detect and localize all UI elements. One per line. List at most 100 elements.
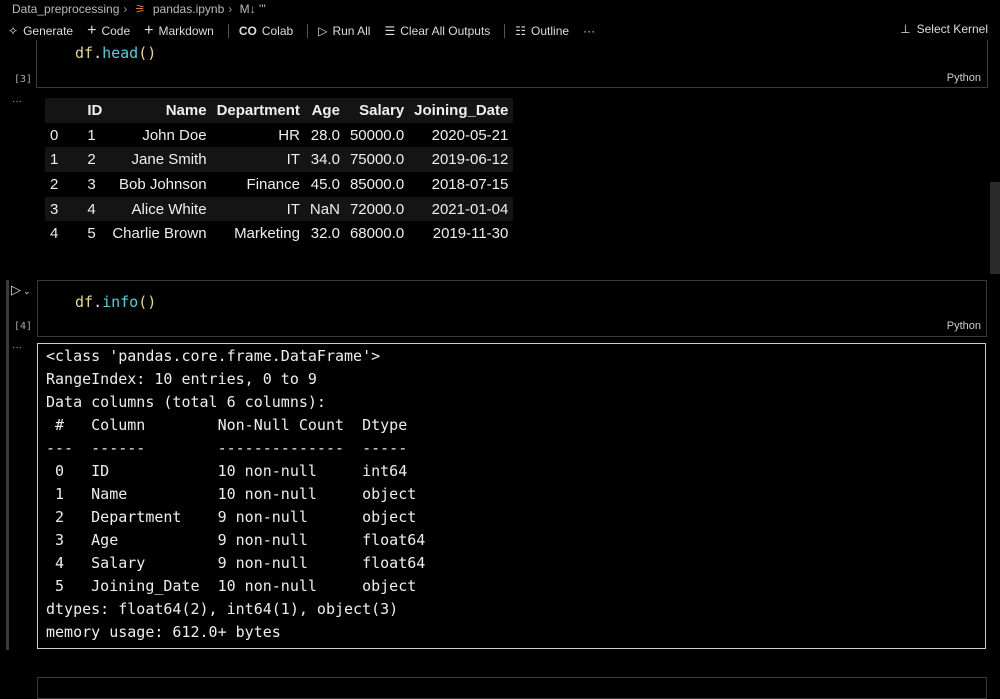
table-cell: 2021-01-04 bbox=[431, 200, 509, 218]
table-cell: 72000.0 bbox=[349, 200, 405, 218]
code-token: df bbox=[75, 44, 94, 62]
code-token: () bbox=[138, 44, 157, 62]
outline-button[interactable]: ☷ Outline bbox=[515, 24, 569, 38]
table-cell: 4 bbox=[87, 200, 96, 218]
code-token: df bbox=[75, 293, 94, 311]
info-output-box: <class 'pandas.core.frame.DataFrame'> Ra… bbox=[37, 343, 986, 649]
cell-language[interactable]: Python bbox=[947, 72, 981, 84]
divider bbox=[227, 24, 229, 38]
row-index: 3 bbox=[50, 200, 59, 218]
plus-icon: + bbox=[87, 22, 97, 39]
markdown-label: Markdown bbox=[158, 24, 214, 38]
generate-button[interactable]: ✧ Generate bbox=[8, 24, 73, 38]
column-header: Name bbox=[165, 101, 207, 119]
table-cell: 2 bbox=[87, 151, 96, 169]
generate-label: Generate bbox=[23, 24, 74, 38]
table-cell: 2019-06-12 bbox=[431, 151, 509, 169]
table-cell: John Doe bbox=[142, 126, 207, 144]
table-cell: Bob Johnson bbox=[118, 175, 207, 193]
list-icon: ☷ bbox=[515, 24, 527, 38]
code-token: . bbox=[93, 44, 103, 62]
colab-icon: CO bbox=[238, 24, 257, 38]
sparkle-icon: ✧ bbox=[8, 24, 19, 38]
table-cell: 2019-11-30 bbox=[432, 225, 509, 243]
divider bbox=[504, 24, 506, 38]
row-index: 4 bbox=[50, 225, 59, 243]
table-row: 2 3 Bob Johnson Finance 45.0 85000.0 2018-07-1… bbox=[45, 172, 514, 197]
table-cell: Marketing bbox=[234, 225, 300, 243]
table-cell: 3 bbox=[87, 175, 96, 193]
clear-outputs-icon: ☰ bbox=[384, 24, 396, 38]
code-cell-editor[interactable]: df.info() Python bbox=[37, 280, 987, 337]
row-index: 0 bbox=[50, 126, 59, 144]
breadcrumb-file[interactable]: pandas.ipynb bbox=[153, 2, 224, 16]
code-token: . bbox=[93, 293, 103, 311]
scrollbar[interactable] bbox=[990, 182, 1000, 274]
run-all-icon: ▷ bbox=[318, 24, 328, 38]
code-token: info bbox=[102, 293, 139, 311]
output-more-button[interactable]: ··· bbox=[12, 96, 22, 107]
table-cell: 68000.0 bbox=[349, 225, 405, 243]
outline-label: Outline bbox=[531, 24, 570, 38]
run-cell-button[interactable]: ▷ ⌄ bbox=[11, 282, 31, 298]
code-label: Code bbox=[101, 24, 131, 38]
table-cell: HR bbox=[278, 126, 300, 144]
plus-icon: + bbox=[144, 22, 154, 39]
select-kernel-button[interactable]: ⊥ Select Kernel bbox=[900, 22, 988, 36]
column-header: ID bbox=[87, 101, 103, 119]
breadcrumb-markdown[interactable]: M↓ ''' bbox=[240, 2, 266, 16]
row-index: 2 bbox=[50, 175, 59, 193]
column-header bbox=[45, 98, 63, 123]
notebook-toolbar: ✧ Generate + Code + Markdown CO Colab ▷ Run A… bbox=[8, 22, 609, 40]
chevron-right-icon: › bbox=[228, 2, 233, 16]
code-token: head bbox=[102, 44, 139, 62]
code-cell-editor[interactable]: df.head() Python bbox=[36, 40, 988, 88]
table-cell: Finance bbox=[246, 175, 300, 193]
output-more-button[interactable]: ··· bbox=[12, 342, 22, 353]
table-cell: 5 bbox=[87, 225, 96, 243]
chevron-down-icon: ⌄ bbox=[23, 286, 31, 296]
table-cell: 50000.0 bbox=[349, 126, 405, 144]
add-markdown-button[interactable]: + Markdown bbox=[144, 22, 214, 40]
breadcrumb-folder[interactable]: Data_preprocessing bbox=[12, 2, 119, 16]
table-cell: 28.0 bbox=[310, 126, 340, 144]
column-header: Age bbox=[311, 101, 340, 119]
column-header: Department bbox=[216, 101, 300, 119]
notebook-file-icon: ⚞ bbox=[134, 2, 146, 16]
clear-all-label: Clear All Outputs bbox=[400, 24, 491, 38]
info-output-text: <class 'pandas.core.frame.DataFrame'> Ra… bbox=[46, 347, 426, 641]
breadcrumb: Data_preprocessing › ⚞ pandas.ipynb › M↓ '… bbox=[12, 2, 270, 16]
table-cell: Jane Smith bbox=[131, 151, 207, 169]
select-kernel-label: Select Kernel bbox=[916, 22, 988, 36]
cell-focus-bar bbox=[6, 280, 9, 650]
row-index: 1 bbox=[50, 151, 59, 169]
table-row: 0 1 John Doe HR 28.0 50000.0 2020-05-21 bbox=[45, 122, 514, 148]
code-line: df.head() bbox=[75, 44, 156, 62]
column-header: Salary bbox=[359, 101, 405, 119]
table-cell: 75000.0 bbox=[349, 151, 405, 169]
next-cell[interactable] bbox=[37, 677, 987, 699]
execution-count: [3] bbox=[14, 74, 33, 85]
code-line: df.info() bbox=[75, 293, 156, 311]
table-cell: 2018-07-15 bbox=[431, 175, 509, 193]
code-token: () bbox=[138, 293, 157, 311]
more-actions-button[interactable]: ··· bbox=[583, 24, 595, 38]
table-cell: 45.0 bbox=[310, 175, 340, 193]
add-code-button[interactable]: + Code bbox=[87, 22, 130, 40]
table-cell: IT bbox=[286, 151, 300, 169]
colab-button[interactable]: CO Colab bbox=[239, 24, 293, 38]
table-row: 1 2 Jane Smith IT 34.0 75000.0 2019-06-12 bbox=[45, 147, 514, 173]
table-cell: NaN bbox=[309, 200, 340, 218]
table-row: 4 5 Charlie Brown Marketing 32.0 68000.0 2019-… bbox=[45, 221, 514, 247]
table-cell: IT bbox=[286, 200, 300, 218]
column-header: Joining_Date bbox=[414, 101, 509, 119]
table-cell: 32.0 bbox=[310, 225, 340, 243]
run-all-label: Run All bbox=[332, 24, 371, 38]
clear-all-outputs-button[interactable]: ☰ Clear All Outputs bbox=[384, 24, 490, 38]
table-cell: Charlie Brown bbox=[112, 225, 207, 243]
run-all-button[interactable]: ▷ Run All bbox=[318, 24, 370, 38]
execution-count: [4] bbox=[14, 321, 33, 332]
table-cell: 85000.0 bbox=[349, 175, 405, 193]
dataframe-output: ID Name Department Age Salary Joining_Da… bbox=[45, 98, 514, 247]
cell-language[interactable]: Python bbox=[947, 320, 981, 332]
